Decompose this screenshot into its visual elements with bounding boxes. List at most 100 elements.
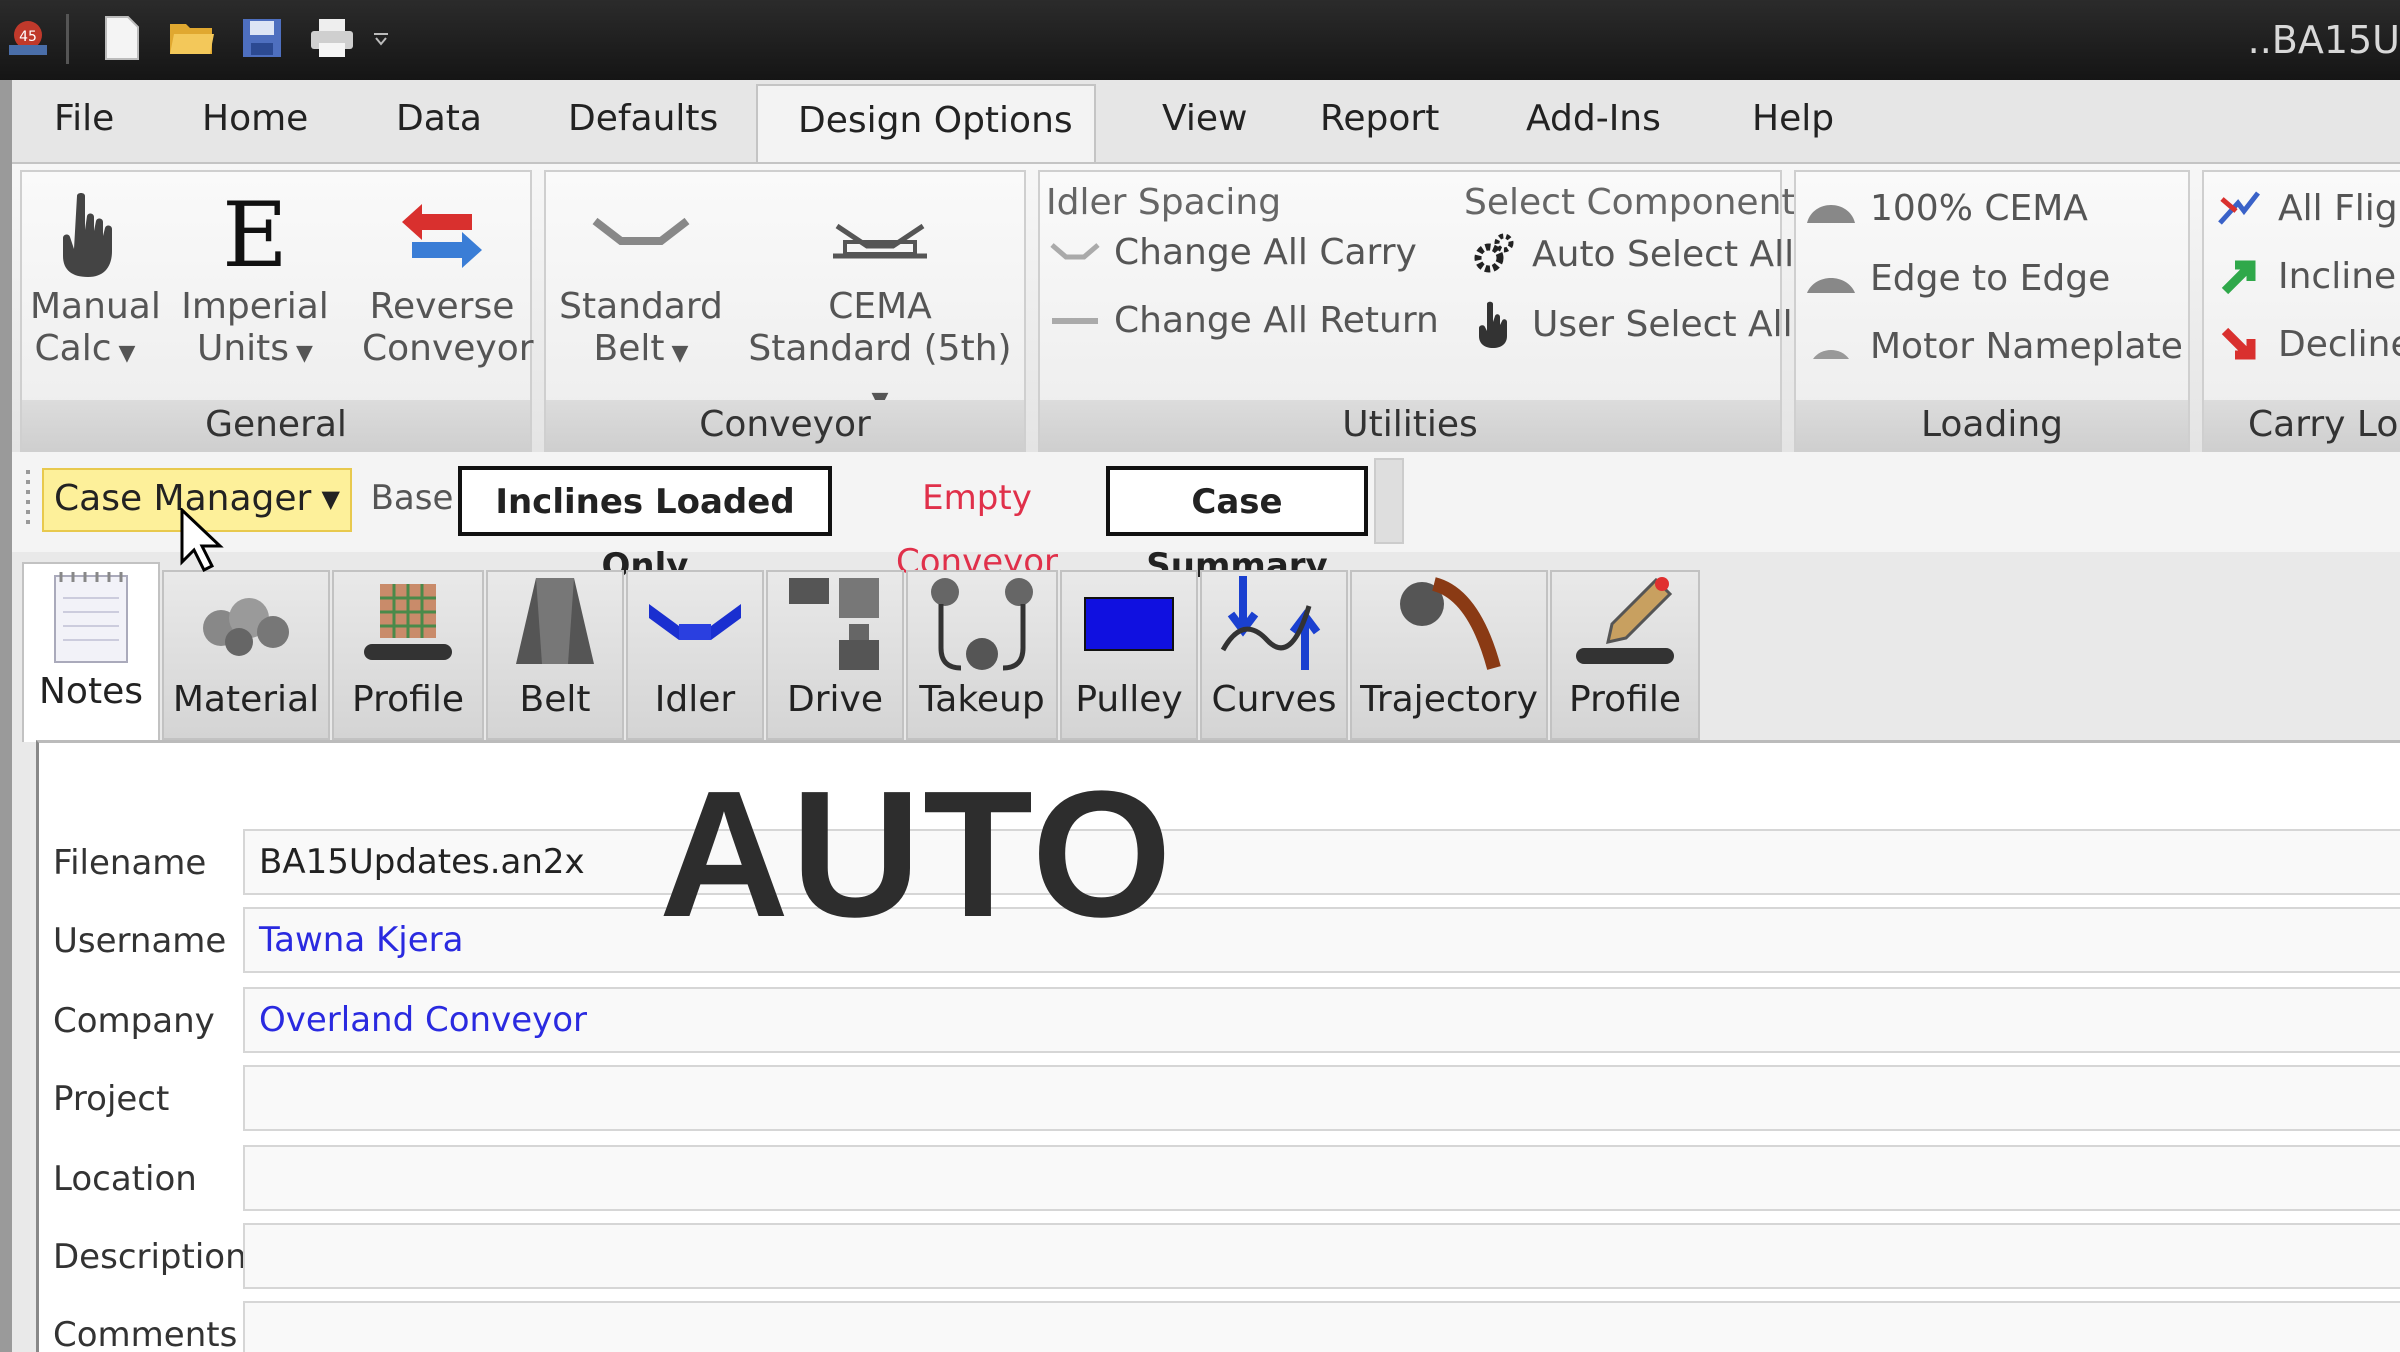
project-label: Project	[53, 1079, 170, 1119]
group-utilities-label: Utilities	[1040, 400, 1780, 450]
app-logo-icon[interactable]: 45	[2, 12, 54, 64]
company-field[interactable]: Overland Conveyor	[243, 987, 2400, 1053]
chevron-down-icon: ▼	[111, 341, 136, 366]
group-general: Manual Calc ▼ E Imperial Units ▼ Reverse…	[20, 170, 534, 452]
page-tab-notes[interactable]: Notes	[22, 562, 160, 742]
page-tab-notes-label: Notes	[39, 671, 143, 712]
cema-100-button[interactable]: 100% CEMA	[1802, 188, 2088, 229]
auto-select-all-label: Auto Select All	[1532, 233, 1795, 275]
change-all-return-button[interactable]: Change All Return	[1046, 300, 1439, 341]
auto-select-all-button[interactable]: Auto Select All	[1464, 232, 1794, 276]
imperial-units-label-1: Imperial	[181, 286, 329, 327]
page-tab-belt[interactable]: Belt	[486, 570, 624, 740]
belt-roll-icon	[488, 572, 622, 676]
group-carry-load: All Flig Incline Decline Carry Loa	[2202, 170, 2400, 452]
curves-arrows-icon	[1202, 572, 1346, 676]
print-icon[interactable]	[306, 12, 358, 64]
cema-standard-label-1: CEMA	[828, 286, 932, 327]
notepad-icon	[24, 564, 158, 668]
toolbar-overflow-button[interactable]	[1374, 458, 1404, 544]
project-field[interactable]	[243, 1065, 2400, 1131]
imperial-units-button[interactable]: E Imperial Units ▼	[180, 186, 330, 375]
page-tab-takeup[interactable]: Takeup	[906, 570, 1058, 740]
reverse-conveyor-button[interactable]: Reverse Conveyor	[362, 186, 534, 370]
belt-profile-icon	[334, 572, 482, 676]
reverse-arrows-icon	[362, 186, 522, 286]
group-utilities: Idler Spacing Change All Carry Change Al…	[1038, 170, 1814, 452]
user-select-all-button[interactable]: User Select All	[1464, 300, 1793, 348]
page-tab-material-label: Material	[172, 679, 320, 720]
page-tab-drive-label: Drive	[787, 679, 883, 720]
page-tab-material[interactable]: Material	[162, 570, 330, 740]
manual-calc-button[interactable]: Manual Calc ▼	[30, 186, 161, 375]
all-flights-button[interactable]: All Flig	[2210, 188, 2398, 229]
page-tab-pulley[interactable]: Pulley	[1060, 570, 1198, 740]
save-icon[interactable]	[236, 12, 288, 64]
edge-to-edge-button[interactable]: Edge to Edge	[1802, 258, 2110, 299]
tab-add-ins[interactable]: Add-Ins	[1526, 98, 1661, 139]
location-field[interactable]	[243, 1145, 2400, 1211]
new-file-icon[interactable]	[96, 12, 148, 64]
page-tab-drive[interactable]: Drive	[766, 570, 904, 740]
filename-label: Filename	[53, 843, 207, 883]
cema-standard-label-2: Standard (5th)	[748, 328, 1012, 369]
customize-dropdown-icon[interactable]	[366, 12, 396, 64]
comments-field[interactable]	[243, 1301, 2400, 1352]
chevron-down-icon: ▼	[289, 341, 313, 366]
cema-standard-button[interactable]: CEMA Standard (5th) ▼	[740, 186, 1020, 422]
manual-calc-label-1: Manual	[30, 286, 161, 327]
flights-arrows-icon	[2210, 189, 2268, 229]
filename-field[interactable]: BA15Updates.an2x	[243, 829, 2400, 895]
imperial-units-label-2: Units	[197, 328, 290, 369]
rocks-icon	[164, 572, 328, 676]
page-tab-profile[interactable]: Profile	[332, 570, 484, 740]
page-tab-trajectory[interactable]: Trajectory	[1350, 570, 1548, 740]
group-conveyor-label: Conveyor	[546, 400, 1024, 450]
inclines-button[interactable]: Incline	[2210, 256, 2396, 297]
open-folder-icon[interactable]	[166, 12, 218, 64]
tab-design-options-label: Design Options	[798, 100, 1073, 141]
partial-load-icon	[1802, 333, 1860, 361]
group-loading: 100% CEMA Edge to Edge Motor Nameplate L…	[1794, 170, 2190, 452]
letter-e-icon: E	[222, 183, 288, 288]
reverse-conveyor-label-1: Reverse	[369, 286, 515, 327]
page-tab-idler[interactable]: Idler	[626, 570, 764, 740]
toolbar-grip[interactable]	[26, 470, 30, 530]
declines-label: Decline	[2278, 324, 2400, 365]
change-all-carry-button[interactable]: Change All Carry	[1046, 232, 1417, 273]
case-empty-conveyor-button[interactable]: Empty Conveyor	[842, 466, 1112, 582]
description-label: Description	[53, 1237, 247, 1277]
incline-arrow-icon	[2210, 257, 2268, 297]
case-summary-button[interactable]: Case Summary	[1106, 466, 1368, 586]
page-tab-curves[interactable]: Curves	[1200, 570, 1348, 740]
tab-help[interactable]: Help	[1752, 98, 1834, 139]
tab-home[interactable]: Home	[202, 98, 308, 139]
description-field[interactable]	[243, 1223, 2400, 1289]
standard-belt-button[interactable]: Standard Belt ▼	[556, 186, 726, 375]
tab-design-options[interactable]: Design Options	[756, 84, 1096, 164]
idler-icon	[628, 572, 762, 676]
page-tab-profile-edit[interactable]: Profile	[1550, 570, 1700, 740]
page-tab-curves-label: Curves	[1211, 679, 1337, 720]
tab-report[interactable]: Report	[1320, 98, 1439, 139]
reverse-conveyor-label-2: Conveyor	[362, 328, 534, 369]
tab-defaults[interactable]: Defaults	[568, 98, 718, 139]
user-select-all-label: User Select All	[1532, 303, 1793, 345]
username-field[interactable]: Tawna Kjera	[243, 907, 2400, 973]
trough-belt-icon	[556, 186, 726, 286]
case-toolbar: Case Manager ▼ Base Inclines Loaded Only…	[12, 452, 2400, 586]
case-base-button[interactable]: Base	[364, 466, 460, 536]
carry-idler-icon	[1046, 241, 1104, 265]
page-tab-profile-label: Profile	[352, 679, 464, 720]
case-inclines-loaded-only-button[interactable]: Inclines Loaded Only	[458, 466, 832, 586]
tab-data[interactable]: Data	[396, 98, 482, 139]
gears-icon	[1464, 232, 1522, 276]
drive-motor-icon	[768, 572, 902, 676]
declines-button[interactable]: Decline	[2210, 324, 2400, 365]
toolbar-separator	[66, 14, 69, 64]
tab-file[interactable]: File	[54, 98, 114, 139]
tab-view[interactable]: View	[1162, 98, 1247, 139]
change-all-carry-label: Change All Carry	[1114, 232, 1417, 273]
motor-nameplate-button[interactable]: Motor Nameplate	[1802, 326, 2183, 367]
hand-icon	[1464, 300, 1522, 348]
